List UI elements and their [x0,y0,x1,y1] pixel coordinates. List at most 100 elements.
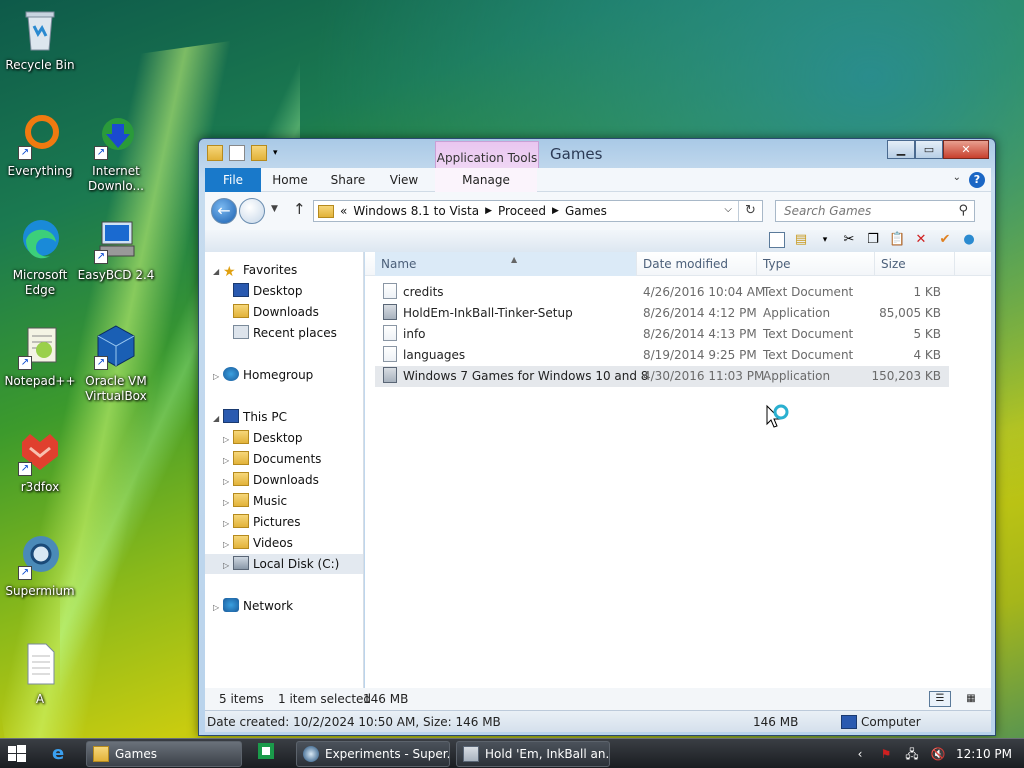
flag-warning-icon[interactable]: ⚑ [878,746,894,762]
search-icon[interactable]: ⚲ [958,201,968,221]
expand-arrow-icon[interactable]: ▷ [223,493,233,513]
copy-icon[interactable]: ❐ [865,232,881,248]
desktop-icon-easybcd[interactable]: ↗ EasyBCD 2.4 [76,216,156,283]
nav-item-downloads[interactable]: Downloads [233,302,319,322]
recent-locations-dropdown-icon[interactable]: ▼ [271,204,278,214]
expand-arrow-icon[interactable]: ▷ [223,514,233,534]
paste-icon[interactable]: 📋 [889,232,905,248]
table-row[interactable]: languages 8/19/2014 9:25 PM Text Documen… [375,345,949,366]
volume-muted-icon[interactable]: 🔇 [930,746,946,762]
nav-item-pc-desktop[interactable]: ▷ Desktop [223,428,303,448]
desktop-icon-microsoft-edge[interactable]: Microsoft Edge [0,216,80,298]
expand-arrow-icon[interactable]: ▷ [223,472,233,492]
large-icons-view-icon[interactable]: ▦ [961,691,981,707]
expand-arrow-icon[interactable]: ▷ [213,598,223,618]
tab-file[interactable]: File [205,168,261,192]
tab-home[interactable]: Home [265,168,315,192]
desktop-icon-everything[interactable]: ↗ Everything [0,112,80,179]
dropdown-icon[interactable]: ▾ [817,232,833,248]
help-icon[interactable]: ? [969,172,985,188]
close-button[interactable]: ✕ [943,140,989,159]
tab-view[interactable]: View [379,168,429,192]
breadcrumb-segment[interactable]: Games [565,204,607,218]
table-row[interactable]: credits 4/26/2016 10:04 AM Text Document… [375,282,949,303]
nav-this-pc[interactable]: ◢ This PC [213,407,287,427]
column-header-date[interactable]: Date modified [637,252,757,276]
show-hidden-icons-chevron-icon[interactable]: ‹ [852,746,868,762]
refresh-icon[interactable]: ↻ [738,201,762,221]
chevron-right-icon[interactable]: ▶ [485,206,492,216]
nav-item-music[interactable]: ▷ Music [223,491,287,511]
file-list[interactable]: Name ▲ Date modified Type Size credits 4… [365,252,991,688]
forward-button[interactable] [239,198,265,224]
customize-dropdown-icon[interactable]: ▾ [273,145,289,161]
table-row[interactable]: info 8/26/2014 4:13 PM Text Document 5 K… [375,324,949,345]
address-overflow[interactable]: « [340,204,347,218]
explorer-window[interactable]: ▾ Application Tools Games ▁ ▭ ✕ File Hom… [198,138,996,736]
new-folder-icon[interactable] [251,145,267,161]
taskbar-task-games[interactable]: Games [86,741,242,767]
file-size: 150,203 KB [871,369,941,383]
tab-share[interactable]: Share [323,168,373,192]
taskbar-task-hold-em[interactable]: Hold 'Em, InkBall an... [456,741,610,767]
column-header-name[interactable]: Name ▲ [375,252,637,276]
back-button[interactable]: ← [211,198,237,224]
up-arrow-icon[interactable]: ↑ [293,200,306,218]
nav-item-videos[interactable]: ▷ Videos [223,533,293,553]
chevron-right-icon[interactable]: ▶ [552,206,559,216]
maximize-button[interactable]: ▭ [915,140,943,159]
nav-item-desktop[interactable]: Desktop [233,281,303,301]
expand-arrow-icon[interactable]: ▷ [223,451,233,471]
network-icon[interactable]: 🖧 [904,746,920,762]
column-header-size[interactable]: Size [875,252,955,276]
column-header-type[interactable]: Type [757,252,875,276]
expand-ribbon-icon[interactable]: ⌄ [953,172,961,188]
nav-item-pictures[interactable]: ▷ Pictures [223,512,301,532]
nav-network[interactable]: ▷ Network [213,596,293,616]
properties-icon[interactable] [229,145,245,161]
minimize-button[interactable]: ▁ [887,140,915,159]
nav-homegroup[interactable]: ▷ Homegroup [213,365,313,385]
breadcrumb-segment[interactable]: Windows 8.1 to Vista [353,204,479,218]
preview-pane-icon[interactable] [769,232,785,248]
nav-item-local-disk[interactable]: ▷ Local Disk (C:) [205,554,363,574]
properties-icon[interactable]: ▤ [793,232,809,248]
table-row[interactable]: HoldEm-InkBall-Tinker-Setup 8/26/2014 4:… [375,303,949,324]
nav-item-recent-places[interactable]: Recent places [233,323,337,343]
delete-icon[interactable]: ✕ [913,232,929,248]
start-button[interactable] [8,745,26,763]
nav-item-pc-downloads[interactable]: ▷ Downloads [223,470,319,490]
address-bar[interactable]: « Windows 8.1 to Vista ▶ Proceed ▶ Games… [313,200,763,222]
chevron-down-icon[interactable]: ⌵ [724,204,732,215]
breadcrumb-segment[interactable]: Proceed [498,204,546,218]
desktop-icon-internet-download-manager[interactable]: ↗ Internet Downlo... [76,112,156,194]
title-bar[interactable]: ▾ Application Tools Games ▁ ▭ ✕ [199,139,995,189]
taskbar-app-pinned[interactable] [248,742,284,766]
nav-favorites[interactable]: ◢ ★ Favorites [213,260,297,280]
globe-icon[interactable]: ● [961,232,977,248]
expand-arrow-icon[interactable]: ▷ [223,535,233,555]
tab-manage[interactable]: Manage [435,168,537,192]
expand-arrow-icon[interactable]: ◢ [213,409,223,429]
cut-icon[interactable]: ✂ [841,232,857,248]
desktop-icon-r3dfox[interactable]: ↗ r3dfox [0,428,80,495]
navigation-pane[interactable]: ◢ ★ Favorites Desktop Downloads Recent pla… [205,252,364,688]
clock[interactable]: 12:10 PM [956,747,1012,761]
details-view-icon[interactable]: ☰ [929,691,951,707]
folder-icon[interactable] [207,145,223,161]
expand-arrow-icon[interactable]: ◢ [213,262,223,282]
expand-arrow-icon[interactable]: ▷ [213,367,223,387]
desktop-icon-notepad-plus-plus[interactable]: ↗ Notepad++ [0,322,80,389]
desktop-icon-a[interactable]: A [0,640,80,707]
table-row-selected[interactable]: Windows 7 Games for Windows 10 and 8 4/3… [375,366,949,387]
desktop-icon-virtualbox[interactable]: ↗ Oracle VM VirtualBox [76,322,156,404]
rename-check-icon[interactable]: ✔ [937,232,953,248]
nav-item-documents[interactable]: ▷ Documents [223,449,321,469]
search-input[interactable]: Search Games ⚲ [775,200,975,222]
taskbar-internet-explorer[interactable]: e [42,742,78,766]
desktop-icon-recycle-bin[interactable]: Recycle Bin [0,6,80,73]
taskbar-task-experiments[interactable]: Experiments - Super... [296,741,450,767]
expand-arrow-icon[interactable]: ▷ [223,430,233,450]
desktop-icon-supermium[interactable]: ↗ Supermium [0,532,80,599]
expand-arrow-icon[interactable]: ▷ [223,556,233,576]
